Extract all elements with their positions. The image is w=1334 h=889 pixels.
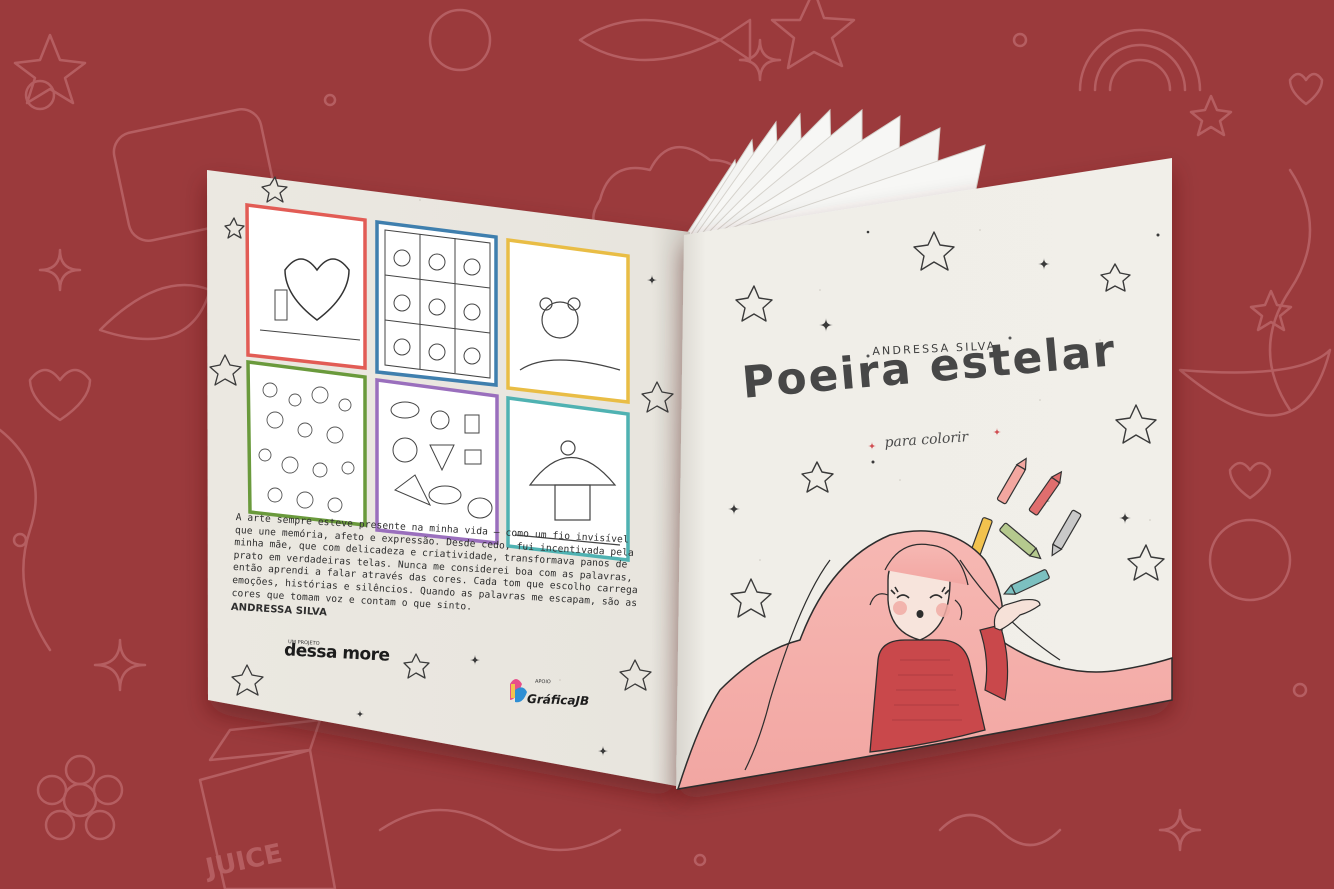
project-brand: dessa more [283, 640, 391, 666]
heart-character-thumbnail [245, 203, 367, 370]
book-mockup [207, 108, 1173, 790]
support-label: APOIO [534, 678, 551, 686]
mouth [916, 610, 924, 618]
doodle-pattern-thumbnail [246, 360, 367, 527]
support-brand: GráficaJB [526, 691, 590, 709]
pattern-grid-thumbnail [375, 220, 498, 387]
food-pattern-thumbnail [375, 378, 499, 545]
bear-character-thumbnail [506, 238, 630, 404]
